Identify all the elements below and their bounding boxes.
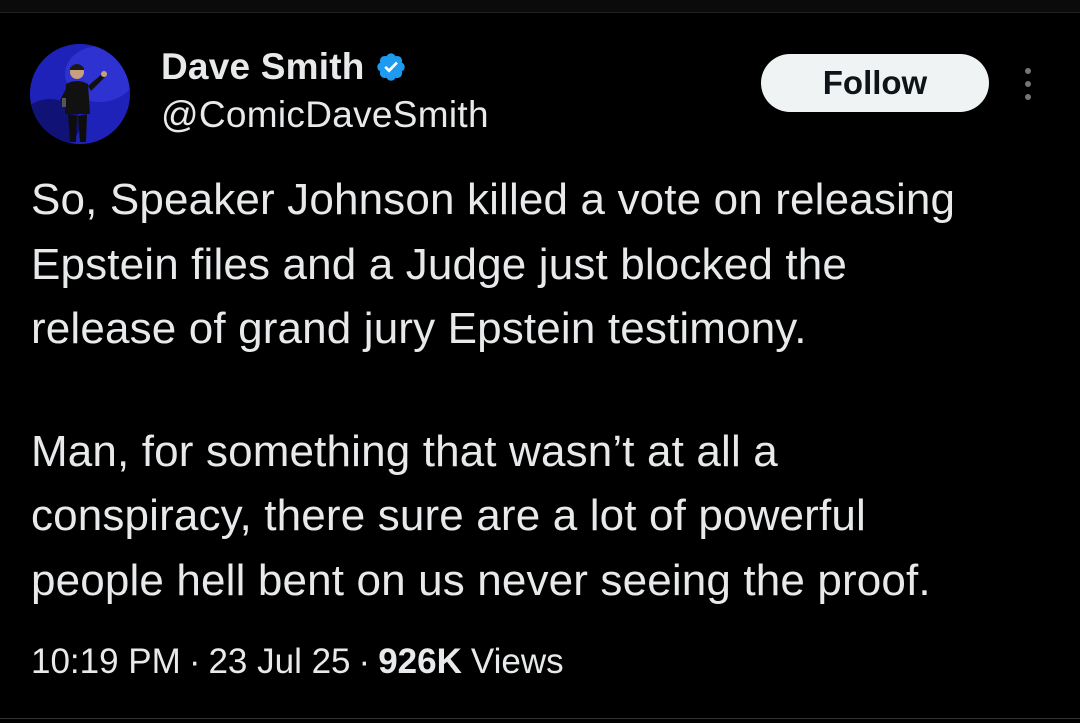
views-label: Views xyxy=(470,642,564,681)
verified-badge-icon xyxy=(375,51,407,83)
tweet-meta: 10:19 PM · 23 Jul 25 · 926K Views xyxy=(31,642,564,682)
display-name-row: Dave Smith xyxy=(161,46,489,88)
tweet-header: Dave Smith @ComicDaveSmith Follow xyxy=(30,44,1050,144)
meta-separator: · xyxy=(188,642,201,681)
tweet-text: So, Speaker Johnson killed a vote on rel… xyxy=(31,168,1061,613)
views-count: 926K xyxy=(378,642,462,681)
author-handle[interactable]: @ComicDaveSmith xyxy=(161,94,489,136)
follow-button[interactable]: Follow xyxy=(761,54,989,112)
avatar[interactable] xyxy=(30,44,130,144)
author-names: Dave Smith @ComicDaveSmith xyxy=(161,46,489,136)
tweet-time[interactable]: 10:19 PM xyxy=(31,642,181,682)
tweet-paragraph: Man, for something that wasn’t at all a … xyxy=(31,426,931,605)
avatar-photo-icon xyxy=(30,44,130,144)
meta-separator: · xyxy=(358,642,371,681)
more-vertical-icon[interactable] xyxy=(1020,64,1036,104)
top-divider xyxy=(0,0,1080,13)
tweet-date[interactable]: 23 Jul 25 xyxy=(208,642,350,682)
bottom-divider xyxy=(0,718,1080,719)
display-name[interactable]: Dave Smith xyxy=(161,46,365,88)
tweet-paragraph: So, Speaker Johnson killed a vote on rel… xyxy=(31,175,956,353)
